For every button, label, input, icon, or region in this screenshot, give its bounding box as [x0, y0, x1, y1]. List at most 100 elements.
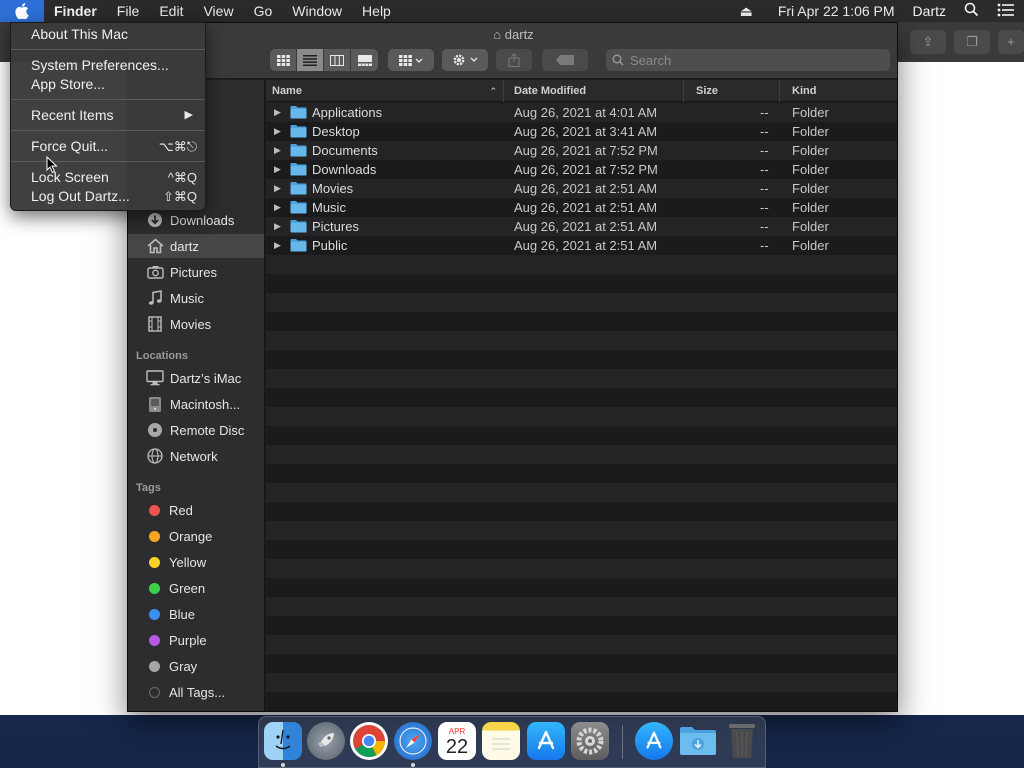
- table-row[interactable]: ▶ Downloads Aug 26, 2021 at 7:52 PM -- F…: [266, 160, 897, 179]
- menu-item-recent-items[interactable]: Recent Items ▶: [11, 106, 205, 125]
- menu-shortcut: ^⌘Q: [167, 170, 197, 185]
- disclosure-triangle-icon[interactable]: ▶: [274, 198, 281, 217]
- apple-menu-button[interactable]: [0, 0, 44, 22]
- table-row[interactable]: ▶ Music Aug 26, 2021 at 2:51 AM -- Folde…: [266, 198, 897, 217]
- file-name: Downloads: [312, 162, 377, 177]
- dock-app-store-downloads[interactable]: [635, 722, 673, 760]
- column-header-size[interactable]: Size: [690, 80, 780, 102]
- share-button[interactable]: [496, 49, 532, 71]
- menu-item-log-out[interactable]: Log Out Dartz... ⇧⌘Q: [11, 187, 205, 206]
- menu-item-system-preferences[interactable]: System Preferences...: [11, 56, 205, 75]
- dock-launchpad[interactable]: [307, 722, 345, 760]
- sidebar-item-label: Gray: [169, 658, 198, 674]
- hard-drive-icon: [145, 395, 165, 413]
- file-rows: ▶ Applications Aug 26, 2021 at 4:01 AM -…: [266, 103, 897, 711]
- dock-app-store[interactable]: [527, 722, 565, 760]
- table-row[interactable]: ▶ Movies Aug 26, 2021 at 2:51 AM -- Fold…: [266, 179, 897, 198]
- window-title: ⌂ dartz: [128, 27, 897, 42]
- disclosure-triangle-icon[interactable]: ▶: [274, 122, 281, 141]
- sidebar-item-imac[interactable]: Dartz’s iMac: [128, 366, 264, 390]
- column-header-kind[interactable]: Kind: [786, 80, 897, 102]
- sidebar-item-network[interactable]: Network: [128, 444, 264, 468]
- running-indicator: [281, 763, 285, 767]
- spotlight-search-icon[interactable]: [955, 2, 988, 20]
- downloads-folder-icon: [680, 727, 716, 755]
- disclosure-triangle-icon[interactable]: ▶: [274, 217, 281, 236]
- dock-safari[interactable]: [394, 722, 432, 760]
- disclosure-triangle-icon[interactable]: ▶: [274, 160, 281, 179]
- sidebar-item-downloads[interactable]: Downloads: [128, 208, 264, 232]
- sidebar-item-pictures[interactable]: Pictures: [128, 260, 264, 284]
- column-header-name[interactable]: Name ⌃: [266, 80, 504, 102]
- sidebar-item-remote-disc[interactable]: Remote Disc: [128, 418, 264, 442]
- menu-window[interactable]: Window: [282, 0, 352, 22]
- sidebar-tag-green[interactable]: Green: [128, 576, 264, 600]
- dock-notes[interactable]: [482, 722, 520, 760]
- dock-system-preferences[interactable]: [571, 722, 609, 760]
- sidebar-item-dartz[interactable]: dartz: [128, 234, 264, 258]
- edit-tags-button[interactable]: [542, 49, 588, 71]
- sidebar-tag-purple[interactable]: Purple: [128, 628, 264, 652]
- eject-icon[interactable]: ⏏: [731, 3, 762, 20]
- menu-file[interactable]: File: [107, 0, 150, 22]
- sidebar-tag-blue[interactable]: Blue: [128, 602, 264, 626]
- menu-item-force-quit[interactable]: Force Quit... ⌥⌘⎋: [11, 137, 205, 156]
- column-header-date-modified[interactable]: Date Modified: [508, 80, 684, 102]
- menu-item-about-this-mac[interactable]: About This Mac: [11, 25, 205, 44]
- sidebar-item-music[interactable]: Music: [128, 286, 264, 310]
- sidebar-tag-yellow[interactable]: Yellow: [128, 550, 264, 574]
- dock-calendar[interactable]: APR 22: [438, 722, 476, 760]
- folder-icon: [290, 125, 307, 138]
- menu-bar-status-area: ⏏ Fri Apr 22 1:06 PM Dartz: [731, 0, 1024, 22]
- action-menu-button[interactable]: [442, 49, 488, 71]
- dock-finder[interactable]: [264, 722, 302, 760]
- finder-toolbar: ⌂ dartz: [128, 23, 897, 79]
- dock-downloads-folder[interactable]: [679, 722, 717, 760]
- folder-icon: [290, 144, 307, 157]
- icon-view-button[interactable]: [270, 49, 297, 71]
- menu-edit[interactable]: Edit: [149, 0, 193, 22]
- menu-item-lock-screen[interactable]: Lock Screen ^⌘Q: [11, 168, 205, 187]
- search-input[interactable]: [630, 52, 870, 68]
- menu-item-app-store[interactable]: App Store...: [11, 75, 205, 94]
- add-icon[interactable]: +: [998, 30, 1024, 54]
- menu-bar-user[interactable]: Dartz: [904, 3, 955, 19]
- menu-help[interactable]: Help: [352, 0, 401, 22]
- rocket-icon: [318, 733, 334, 747]
- dock-separator: [622, 725, 623, 759]
- disclosure-triangle-icon[interactable]: ▶: [274, 236, 281, 255]
- menu-finder[interactable]: Finder: [44, 0, 107, 22]
- menu-go[interactable]: Go: [244, 0, 283, 22]
- file-date-modified: Aug 26, 2021 at 2:51 AM: [514, 219, 658, 234]
- window-title-text: dartz: [504, 27, 534, 42]
- table-row[interactable]: ▶ Applications Aug 26, 2021 at 4:01 AM -…: [266, 103, 897, 122]
- menu-view[interactable]: View: [193, 0, 243, 22]
- share-icon[interactable]: ⇪: [910, 30, 946, 54]
- column-view-button[interactable]: [324, 49, 351, 71]
- table-row[interactable]: ▶ Documents Aug 26, 2021 at 7:52 PM -- F…: [266, 141, 897, 160]
- menu-shortcut: ⇧⌘Q: [162, 189, 197, 204]
- search-field[interactable]: [606, 49, 890, 71]
- list-icon: [303, 54, 317, 66]
- gallery-view-button[interactable]: [351, 49, 378, 71]
- duplicate-icon[interactable]: ❐: [954, 30, 990, 54]
- table-row[interactable]: ▶ Pictures Aug 26, 2021 at 2:51 AM -- Fo…: [266, 217, 897, 236]
- sidebar-item-macintosh-hd[interactable]: Macintosh...: [128, 392, 264, 416]
- list-view-button[interactable]: [297, 49, 324, 71]
- dock-trash[interactable]: [723, 722, 761, 760]
- app-store-a-icon: [537, 730, 555, 750]
- sidebar-tag-red[interactable]: Red: [128, 498, 264, 522]
- sidebar-tag-orange[interactable]: Orange: [128, 524, 264, 548]
- menu-bar-clock[interactable]: Fri Apr 22 1:06 PM: [762, 3, 904, 19]
- disclosure-triangle-icon[interactable]: ▶: [274, 103, 281, 122]
- sidebar-tag-gray[interactable]: Gray: [128, 654, 264, 678]
- sidebar-tag-all-tags[interactable]: All Tags...: [128, 680, 264, 704]
- dock-chrome[interactable]: [350, 722, 388, 760]
- notification-center-icon[interactable]: [988, 3, 1024, 20]
- disclosure-triangle-icon[interactable]: ▶: [274, 179, 281, 198]
- sidebar-item-movies[interactable]: Movies: [128, 312, 264, 336]
- table-row[interactable]: ▶ Public Aug 26, 2021 at 2:51 AM -- Fold…: [266, 236, 897, 255]
- disclosure-triangle-icon[interactable]: ▶: [274, 141, 281, 160]
- group-by-button[interactable]: [388, 49, 434, 71]
- table-row[interactable]: ▶ Desktop Aug 26, 2021 at 3:41 AM -- Fol…: [266, 122, 897, 141]
